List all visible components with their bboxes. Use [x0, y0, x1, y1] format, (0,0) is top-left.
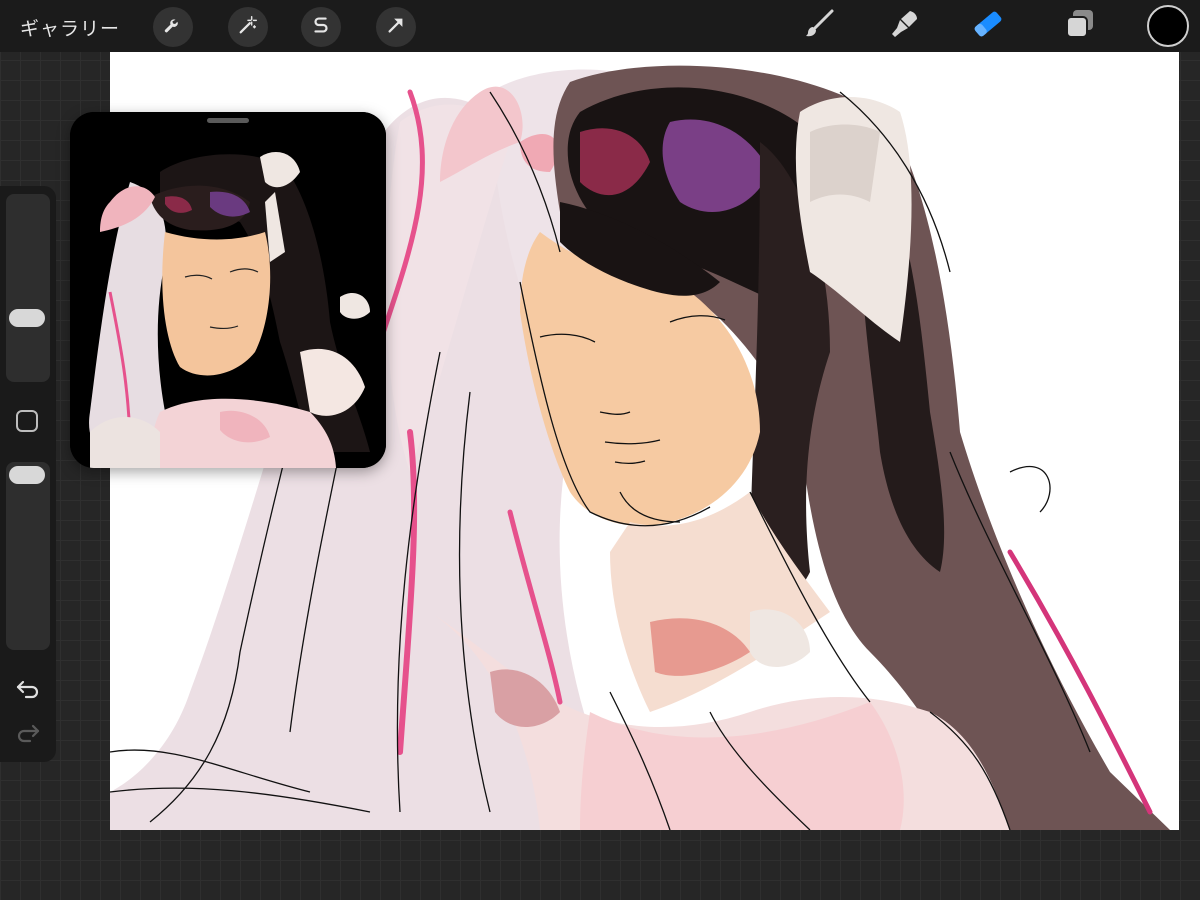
- sidebar: [0, 186, 56, 762]
- selection-button[interactable]: [301, 7, 341, 47]
- layers-icon: [1063, 7, 1097, 46]
- top-toolbar: ギャラリー: [0, 0, 1200, 52]
- gallery-button[interactable]: ギャラリー: [20, 14, 120, 41]
- reference-drag-handle[interactable]: [207, 118, 249, 123]
- arrow-cursor-icon: [385, 14, 407, 41]
- redo-icon: [14, 724, 42, 748]
- paint-button[interactable]: [801, 8, 837, 44]
- brush-size-knob[interactable]: [9, 309, 45, 327]
- reference-image: [70, 112, 386, 468]
- selection-s-icon: [310, 14, 332, 41]
- actions-button[interactable]: [153, 7, 193, 47]
- wrench-icon: [162, 14, 184, 41]
- undo-button[interactable]: [14, 676, 42, 700]
- transform-button[interactable]: [376, 7, 416, 47]
- layers-button[interactable]: [1062, 8, 1098, 44]
- smudge-icon: [888, 8, 920, 45]
- opacity-knob[interactable]: [9, 466, 45, 484]
- undo-icon: [14, 680, 42, 704]
- smudge-button[interactable]: [886, 8, 922, 44]
- eraser-icon: [971, 7, 1005, 46]
- brush-icon: [803, 8, 835, 45]
- brush-size-slider[interactable]: [6, 194, 50, 382]
- redo-button[interactable]: [14, 720, 42, 744]
- opacity-slider[interactable]: [6, 462, 50, 650]
- adjustments-button[interactable]: [228, 7, 268, 47]
- magic-wand-icon: [237, 14, 259, 41]
- erase-button[interactable]: [970, 8, 1006, 44]
- color-swatch[interactable]: [1147, 5, 1189, 47]
- modify-button[interactable]: [16, 410, 38, 432]
- reference-window[interactable]: [70, 112, 386, 468]
